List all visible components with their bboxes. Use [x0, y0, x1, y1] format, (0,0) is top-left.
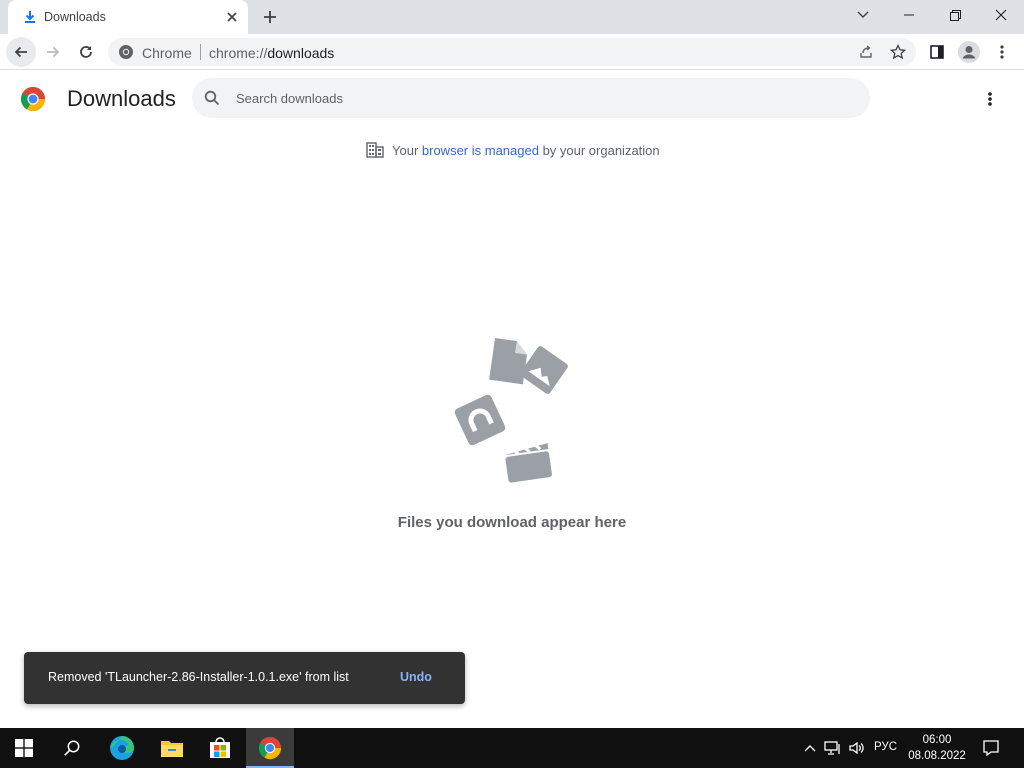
- toast-message: Removed 'TLauncher-2.86-Installer-1.0.1.…: [48, 670, 349, 684]
- close-window-button[interactable]: [978, 0, 1024, 30]
- bookmark-star-icon[interactable]: [888, 42, 908, 62]
- omnibox-site-label: Chrome: [142, 45, 192, 61]
- clock[interactable]: 06:00 08.08.2022: [906, 732, 968, 764]
- taskbar-search-button[interactable]: [48, 728, 96, 768]
- search-icon: [204, 90, 220, 106]
- search-bar[interactable]: [192, 78, 870, 118]
- store-taskbar-icon[interactable]: [196, 728, 244, 768]
- toolbar: Chrome chrome://downloads: [0, 34, 1024, 70]
- close-tab-icon[interactable]: [224, 9, 240, 25]
- undo-button[interactable]: Undo: [400, 670, 432, 684]
- side-panel-button[interactable]: [922, 37, 952, 67]
- removed-toast: Removed 'TLauncher-2.86-Installer-1.0.1.…: [24, 652, 465, 704]
- managed-prefix: Your: [392, 142, 422, 158]
- taskbar: РУС 06:00 08.08.2022: [0, 728, 1024, 768]
- tab-title: Downloads: [44, 10, 106, 24]
- file-explorer-taskbar-icon[interactable]: [148, 728, 196, 768]
- keyboard-language[interactable]: РУС: [874, 741, 897, 753]
- document-icon: [489, 338, 527, 385]
- chrome-menu-button[interactable]: [987, 37, 1017, 67]
- image-icon: [520, 346, 568, 394]
- managed-link[interactable]: browser is managed: [422, 143, 539, 158]
- omnibox-separator: [200, 44, 201, 60]
- more-actions-button[interactable]: [978, 86, 1002, 112]
- chrome-logo: [20, 86, 46, 112]
- omnibox-url: chrome://downloads: [209, 45, 335, 61]
- tab-downloads[interactable]: Downloads: [8, 0, 248, 34]
- forward-button[interactable]: [38, 37, 68, 67]
- page-title: Downloads: [67, 86, 176, 111]
- search-input[interactable]: [236, 88, 836, 108]
- edge-taskbar-icon[interactable]: [98, 728, 146, 768]
- start-button[interactable]: [0, 728, 48, 768]
- chrome-icon: [118, 44, 134, 60]
- tab-strip: Downloads: [0, 0, 1024, 34]
- volume-icon[interactable]: [847, 738, 867, 758]
- empty-state-message: Files you download appear here: [397, 514, 627, 531]
- tab-search-button[interactable]: [840, 0, 886, 30]
- new-tab-button[interactable]: [258, 6, 282, 28]
- search-icon: [64, 740, 80, 756]
- address-bar[interactable]: Chrome chrome://downloads: [108, 38, 916, 66]
- chrome-taskbar-icon[interactable]: [246, 728, 294, 768]
- building-icon: [366, 142, 384, 158]
- share-icon[interactable]: [856, 42, 876, 62]
- video-icon: [504, 442, 552, 483]
- empty-state-illustration: [440, 330, 585, 490]
- back-button[interactable]: [6, 37, 36, 67]
- profile-avatar[interactable]: [954, 37, 984, 67]
- restore-button[interactable]: [932, 0, 978, 30]
- clock-time: 06:00: [922, 734, 952, 746]
- managed-notice: Your browser is managed by your organiza…: [366, 140, 660, 160]
- managed-suffix: by your organization: [538, 142, 660, 158]
- reload-button[interactable]: [71, 37, 101, 67]
- windows-icon: [15, 739, 33, 757]
- app-icon: [454, 394, 506, 446]
- show-hidden-icons-chevron-icon[interactable]: [800, 738, 820, 758]
- network-icon[interactable]: [823, 738, 843, 758]
- clock-date: 08.08.2022: [908, 750, 966, 762]
- minimize-button[interactable]: [886, 0, 932, 30]
- download-icon: [22, 9, 38, 25]
- notifications-icon[interactable]: [981, 738, 1001, 758]
